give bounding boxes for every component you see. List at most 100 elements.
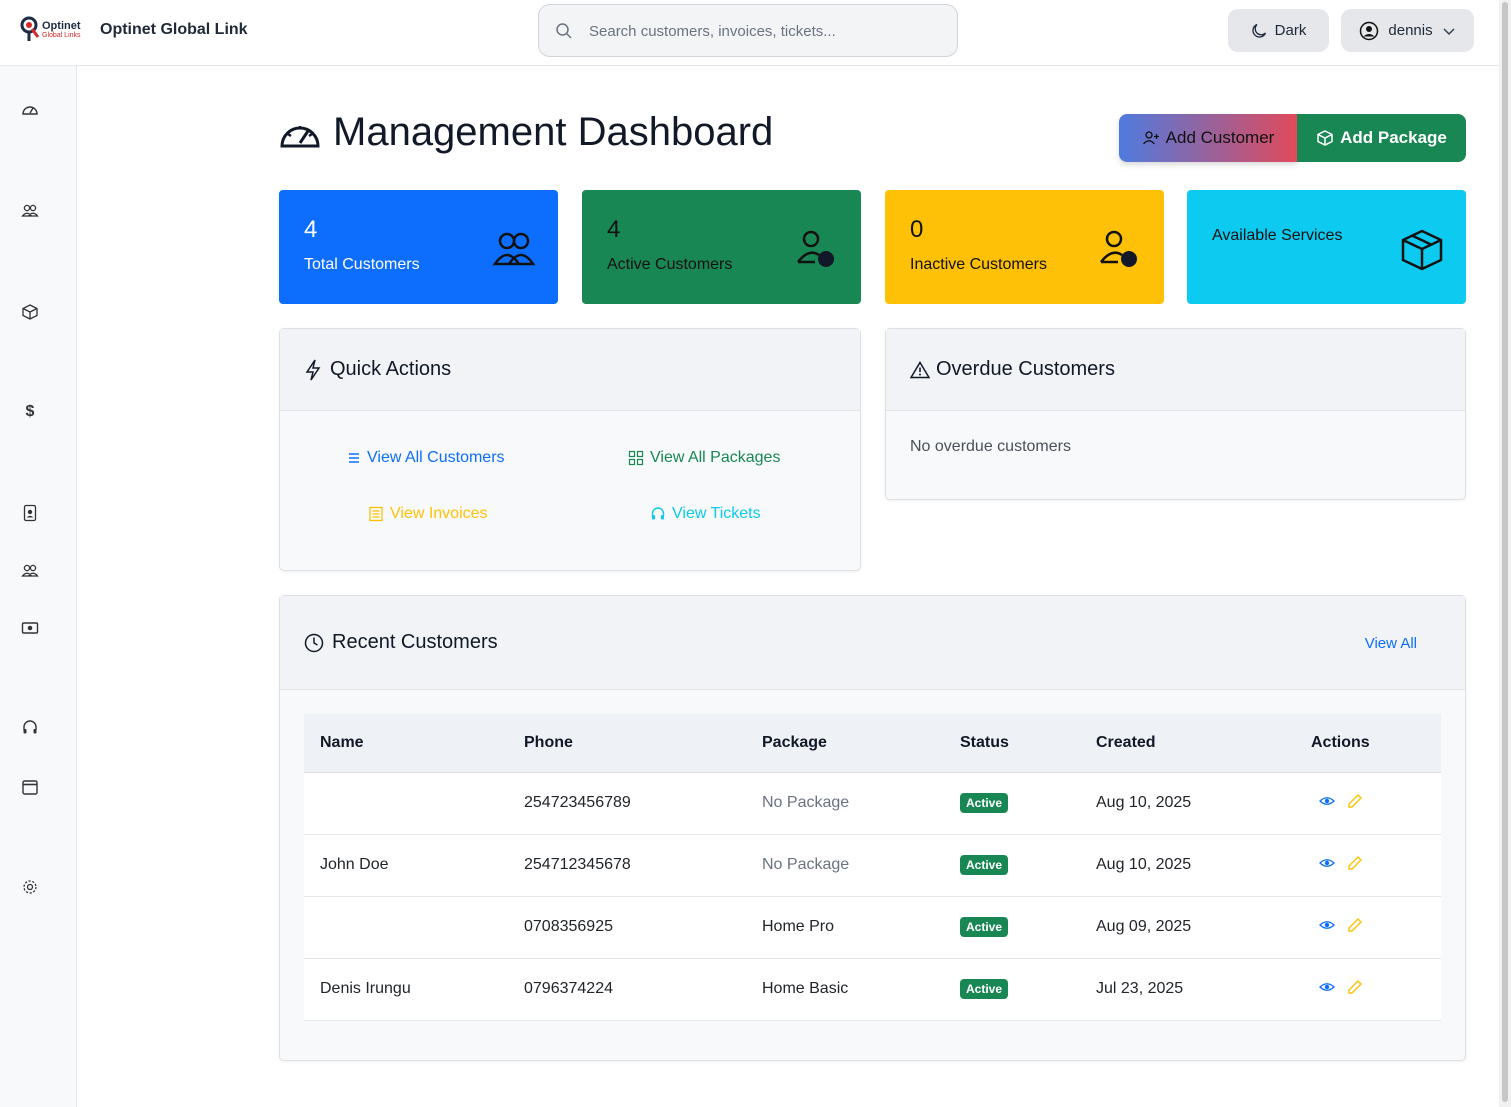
cell-package: Home Basic [746, 958, 944, 1021]
search-icon [556, 23, 572, 39]
status-badge: Active [960, 917, 1009, 937]
table-row[interactable]: John Doe 254712345678 No Package Active … [304, 834, 1441, 897]
add-package-label: Add Package [1340, 128, 1447, 147]
search-input[interactable] [589, 19, 939, 43]
overdue-header: Overdue Customers [886, 329, 1465, 411]
logo-text-top: Optinet [42, 20, 81, 32]
page-scrollbar[interactable] [1499, 0, 1511, 1107]
sidebar: $ [0, 66, 77, 1107]
sidebar-item-customers[interactable] [19, 200, 41, 222]
box-icon [22, 304, 38, 320]
chevron-down-icon [1443, 27, 1455, 35]
dark-mode-label: Dark [1274, 22, 1307, 39]
pencil-icon[interactable] [1347, 793, 1363, 809]
cell-package: No Package [746, 834, 944, 897]
view-all-customers-link[interactable]: View All Customers [347, 449, 505, 467]
view-tickets-link[interactable]: View Tickets [650, 505, 761, 523]
dollar-icon: $ [25, 403, 35, 420]
speedometer-icon [22, 106, 38, 115]
add-customer-button[interactable]: Add Customer [1119, 114, 1297, 162]
view-all-link[interactable]: View All [1365, 635, 1417, 652]
warning-icon [910, 360, 930, 378]
list-icon [349, 453, 359, 463]
recent-customers-table: Name Phone Package Status Created Action… [304, 714, 1441, 1021]
headset-icon [23, 720, 37, 734]
column-header-created[interactable]: Created [1080, 714, 1295, 773]
view-invoices-link[interactable]: View Invoices [368, 505, 488, 523]
pencil-icon[interactable] [1347, 855, 1363, 871]
add-package-button[interactable]: Add Package [1297, 114, 1466, 162]
stat-value: 4 [607, 216, 621, 243]
people-icon [492, 232, 536, 266]
column-header-phone[interactable]: Phone [508, 714, 746, 773]
sidebar-item-contacts[interactable] [19, 502, 41, 524]
people-icon [21, 204, 39, 217]
cell-status: Active [944, 834, 1080, 897]
cell-actions [1295, 772, 1441, 835]
sidebar-item-payments[interactable] [19, 617, 41, 639]
stat-label: Inactive Customers [910, 256, 1047, 273]
cell-package: No Package [746, 772, 944, 835]
quick-actions-header: Quick Actions [280, 329, 860, 411]
column-header-name[interactable]: Name [304, 714, 508, 773]
stat-card-active-customers[interactable]: 4 Active Customers [582, 190, 861, 304]
cell-name: Denis Irungu [304, 958, 508, 1021]
stat-label: Active Customers [607, 256, 733, 273]
calendar-icon [22, 780, 38, 795]
cell-phone: 0708356925 [508, 896, 746, 959]
sidebar-item-calendar[interactable] [19, 776, 41, 798]
box-icon [1401, 229, 1443, 271]
eye-icon[interactable] [1319, 917, 1335, 933]
stat-value: 4 [304, 216, 318, 243]
cell-created: Jul 23, 2025 [1080, 958, 1295, 1021]
speedometer-icon [280, 125, 320, 147]
pencil-icon[interactable] [1347, 917, 1363, 933]
stat-card-total-customers[interactable]: 4 Total Customers [279, 190, 558, 304]
eye-icon[interactable] [1319, 793, 1335, 809]
brand[interactable]: Optinet Global Links Optinet Global Link [18, 14, 248, 46]
cell-phone: 254723456789 [508, 772, 746, 835]
sidebar-item-support[interactable] [19, 717, 41, 739]
brand-name: Optinet Global Link [100, 21, 248, 38]
sidebar-item-packages[interactable] [19, 301, 41, 323]
sidebar-item-dashboard[interactable] [19, 99, 41, 121]
column-header-package[interactable]: Package [746, 714, 944, 773]
overdue-customers-card: Overdue Customers No overdue customers [885, 328, 1466, 500]
receipt-icon [369, 506, 383, 522]
cell-phone: 0796374224 [508, 958, 746, 1021]
headset-icon [651, 507, 665, 520]
cell-name: John Doe [304, 834, 508, 897]
top-navbar: Optinet Global Links Optinet Global Link… [0, 0, 1499, 66]
view-all-packages-link[interactable]: View All Packages [628, 449, 780, 467]
eye-icon[interactable] [1319, 855, 1335, 871]
box-icon [1317, 130, 1333, 146]
pencil-icon[interactable] [1347, 979, 1363, 995]
sidebar-item-settings[interactable] [19, 876, 41, 898]
column-header-status[interactable]: Status [944, 714, 1080, 773]
recent-customers-title: Recent Customers [332, 631, 498, 653]
stat-card-inactive-customers[interactable]: 0 Inactive Customers [885, 190, 1164, 304]
recent-customers-header: Recent Customers View All [280, 596, 1465, 690]
view-all-customers-label: View All Customers [367, 449, 505, 466]
user-name: dennis [1388, 22, 1433, 39]
grid-icon [628, 450, 644, 466]
view-invoices-label: View Invoices [390, 505, 488, 522]
stat-card-available-services[interactable]: Available Services [1187, 190, 1466, 304]
sidebar-item-users[interactable] [19, 560, 41, 582]
quick-actions-card: Quick Actions View All Customers View Al… [279, 328, 861, 571]
user-circle-icon [1360, 21, 1379, 40]
cell-status: Active [944, 896, 1080, 959]
column-header-actions: Actions [1295, 714, 1441, 773]
scrollbar-thumb[interactable] [1502, 2, 1508, 1102]
table-row[interactable]: 254723456789 No Package Active Aug 10, 2… [304, 772, 1441, 835]
page-actions: Add Customer Add Package [1119, 114, 1466, 162]
person-badge-icon [23, 504, 37, 522]
clock-icon [304, 633, 324, 652]
sidebar-item-billing[interactable]: $ [19, 401, 41, 423]
eye-icon[interactable] [1319, 979, 1335, 995]
table-row[interactable]: Denis Irungu 0796374224 Home Basic Activ… [304, 958, 1441, 1021]
table-row[interactable]: 0708356925 Home Pro Active Aug 09, 2025 [304, 896, 1441, 959]
user-menu-button[interactable]: dennis [1341, 9, 1474, 52]
dark-mode-button[interactable]: Dark [1228, 9, 1329, 52]
recent-customers-card: Recent Customers View All Name Phone Pac… [279, 595, 1466, 1061]
